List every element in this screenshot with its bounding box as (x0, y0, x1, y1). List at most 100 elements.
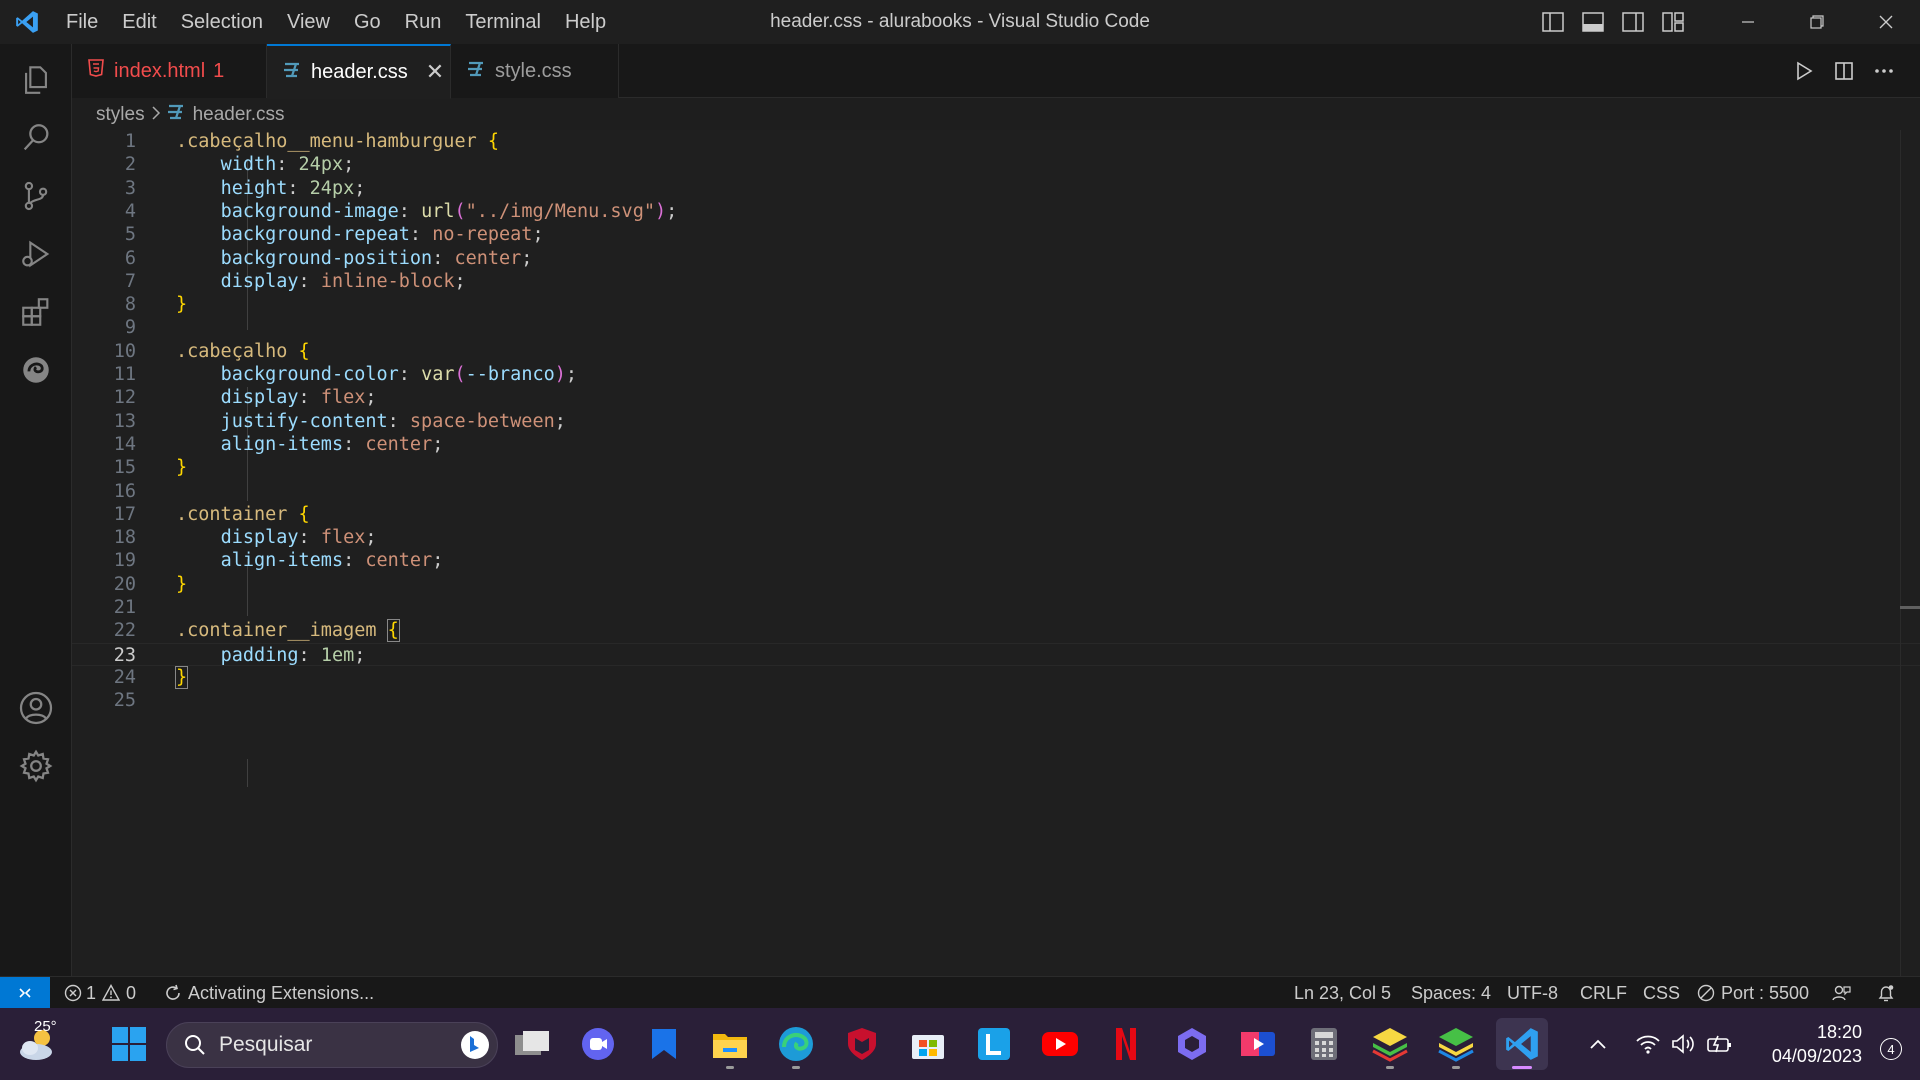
line-text: background-repeat: no-repeat; (220, 224, 544, 246)
error-icon (64, 984, 82, 1002)
remote-indicator-icon[interactable] (0, 977, 50, 1009)
code-line[interactable]: 16 (72, 480, 1920, 503)
task-view-icon[interactable] (506, 1018, 558, 1070)
netflix-icon[interactable] (1100, 1018, 1152, 1070)
menu-selection[interactable]: Selection (169, 0, 275, 44)
code-line[interactable]: 25 (72, 689, 1920, 712)
breadcrumb-file[interactable]: header.css (193, 104, 285, 126)
menu-go[interactable]: Go (342, 0, 393, 44)
line-text: justify-content: space-between; (220, 410, 566, 432)
menu-edit[interactable]: Edit (110, 0, 168, 44)
code-line[interactable]: 18 display: flex; (72, 526, 1920, 549)
end-of-line[interactable]: CRLF (1580, 977, 1627, 1009)
youtube-icon[interactable] (1034, 1018, 1086, 1070)
code-line[interactable]: 1 .cabeçalho__menu-hamburguer { (72, 130, 1920, 153)
notifications-bell-icon[interactable] (1876, 977, 1896, 1009)
mcafee-icon[interactable] (836, 1018, 888, 1070)
close-window-button[interactable] (1851, 0, 1920, 44)
vertical-scrollbar[interactable] (1900, 130, 1920, 976)
volume-icon[interactable] (1664, 1008, 1704, 1080)
menu-view[interactable]: View (275, 0, 342, 44)
bookmark-app-icon[interactable] (638, 1018, 690, 1070)
l-app-icon[interactable] (968, 1018, 1020, 1070)
video-editor-icon[interactable] (1232, 1018, 1284, 1070)
code-line[interactable]: 20} (72, 573, 1920, 596)
edge-browser-icon[interactable] (770, 1018, 822, 1070)
code-line[interactable]: 24} (72, 665, 1920, 689)
cursor-position[interactable]: Ln 23, Col 5 (1294, 977, 1391, 1009)
calculator-icon[interactable] (1298, 1018, 1350, 1070)
code-line[interactable]: 3 height: 24px; (72, 177, 1920, 200)
tab-label: style.css (495, 59, 572, 82)
code-line[interactable]: 11 background-color: var(--branco); (72, 363, 1920, 386)
live-server-port[interactable]: Port : 5500 (1697, 977, 1809, 1009)
more-actions-icon[interactable] (1864, 51, 1904, 91)
code-line[interactable]: 8} (72, 293, 1920, 316)
code-line[interactable]: 9 (72, 316, 1920, 339)
show-hidden-icons-chevron-up-icon[interactable] (1578, 1008, 1618, 1080)
menu-run[interactable]: Run (393, 0, 454, 44)
run-icon[interactable] (1784, 51, 1824, 91)
menu-file[interactable]: File (54, 0, 110, 44)
microsoft-store-icon[interactable] (902, 1018, 954, 1070)
breadcrumb-folder[interactable]: styles (96, 104, 145, 126)
settings-gear-icon[interactable] (0, 730, 72, 802)
error-count: 1 (86, 982, 97, 1003)
problems-indicator[interactable]: 1 0 (64, 977, 136, 1009)
code-line[interactable]: 17 .container { (72, 503, 1920, 526)
teams-chat-icon[interactable] (572, 1018, 624, 1070)
tab-label: index.html (114, 59, 206, 82)
indentation[interactable]: Spaces: 4 (1411, 977, 1491, 1009)
menu-help[interactable]: Help (553, 0, 618, 44)
system-clock[interactable]: 18:20 04/09/2023 (1772, 1020, 1862, 1068)
code-line[interactable]: 5 background-repeat: no-repeat; (72, 223, 1920, 246)
close-tab-icon[interactable]: ✕ (426, 59, 444, 85)
bluestacks-x-icon[interactable] (1430, 1018, 1482, 1070)
bluestacks-icon[interactable] (1364, 1018, 1416, 1070)
code-line[interactable]: 21 (72, 596, 1920, 619)
code-line[interactable]: 19 align-items: center; (72, 549, 1920, 572)
menu-terminal[interactable]: Terminal (453, 0, 553, 44)
tab-index-html[interactable]: index.html 1 (72, 44, 267, 98)
css-file-icon (467, 60, 485, 83)
tab-style-css[interactable]: style.css (451, 44, 619, 98)
code-line[interactable]: 13 justify-content: space-between; (72, 410, 1920, 433)
encoding[interactable]: UTF-8 (1507, 977, 1558, 1009)
code-line[interactable]: 15} (72, 456, 1920, 479)
code-line[interactable]: 6 background-position: center; (72, 247, 1920, 270)
toggle-secondary-sidebar-button[interactable] (1613, 0, 1653, 44)
feedback-icon[interactable] (1831, 977, 1851, 1009)
code-line[interactable]: 14 align-items: center; (72, 433, 1920, 456)
code-line[interactable]: 12 display: flex; (72, 386, 1920, 409)
code-line[interactable]: 4 background-image: url("../img/Menu.svg… (72, 200, 1920, 223)
code-editor[interactable]: 1 .cabeçalho__menu-hamburguer {2 width: 2… (72, 130, 1920, 976)
battery-icon[interactable] (1700, 1008, 1740, 1080)
line-number: 19 (113, 550, 136, 572)
line-text: width: 24px; (220, 154, 355, 176)
customize-layout-button[interactable] (1653, 0, 1693, 44)
code-line[interactable]: 23 padding: 1em; (72, 642, 1920, 666)
code-line[interactable]: 7 display: inline-block; (72, 270, 1920, 293)
code-line[interactable]: 2 width: 24px; (72, 153, 1920, 176)
code-line[interactable]: 10 .cabeçalho { (72, 340, 1920, 363)
start-button[interactable] (103, 1018, 155, 1070)
weather-widget[interactable]: 25° (8, 1008, 68, 1080)
line-text: display: flex; (220, 387, 377, 409)
toggle-panel-button[interactable] (1573, 0, 1613, 44)
split-editor-icon[interactable] (1824, 51, 1864, 91)
toggle-primary-sidebar-button[interactable] (1533, 0, 1573, 44)
search-icon (185, 1035, 205, 1055)
notification-count-badge[interactable]: 4 (1880, 1038, 1902, 1060)
prism-app-icon[interactable] (1166, 1018, 1218, 1070)
wifi-icon[interactable] (1628, 1008, 1668, 1080)
vscode-taskbar-icon[interactable] (1496, 1018, 1548, 1070)
code-line[interactable]: 22 .container__imagem { (72, 619, 1920, 643)
restore-button[interactable] (1782, 0, 1851, 44)
chevron-right-icon (151, 104, 161, 126)
tab-header-css[interactable]: header.css ✕ (267, 44, 451, 99)
minimize-button[interactable] (1713, 0, 1782, 44)
taskbar-search[interactable]: Pesquisar (166, 1022, 498, 1068)
edge-devtools-icon[interactable] (0, 334, 72, 406)
file-explorer-icon[interactable] (704, 1018, 756, 1070)
language-mode[interactable]: CSS (1643, 977, 1680, 1009)
